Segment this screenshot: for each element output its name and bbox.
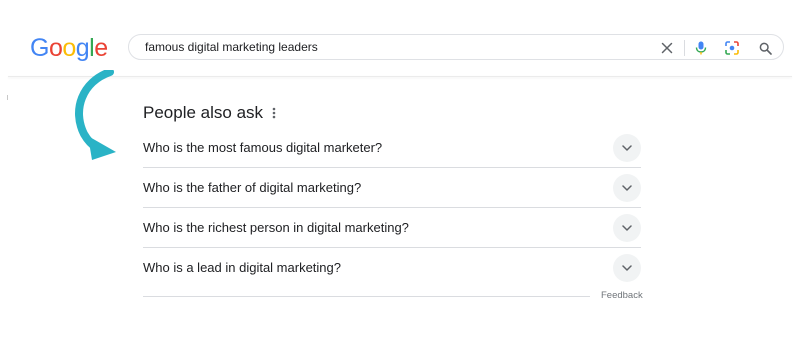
paa-question-item[interactable]: Who is the father of digital marketing? — [143, 168, 641, 208]
chevron-down-icon[interactable] — [613, 254, 641, 282]
footer-divider — [143, 296, 590, 297]
more-vertical-icon[interactable] — [269, 104, 279, 122]
header-divider — [8, 76, 792, 77]
curved-arrow-icon — [75, 70, 116, 160]
paa-question-item[interactable]: Who is a lead in digital marketing? — [143, 248, 641, 288]
chevron-down-icon[interactable] — [613, 134, 641, 162]
google-logo[interactable]: Google — [30, 33, 108, 63]
paa-question-text: Who is the father of digital marketing? — [143, 180, 362, 195]
paa-question-item[interactable]: Who is the most famous digital marketer? — [143, 128, 641, 168]
search-icon[interactable] — [756, 39, 774, 57]
search-box[interactable]: famous digital marketing leaders — [128, 34, 784, 60]
logo-letter: o — [48, 34, 63, 62]
feedback-link[interactable]: Feedback — [601, 290, 643, 302]
paa-question-text: Who is the most famous digital marketer? — [143, 140, 383, 155]
logo-letter: g — [75, 34, 90, 62]
microphone-icon[interactable] — [692, 39, 710, 57]
logo-letter: e — [94, 34, 108, 62]
people-also-ask-title: People also ask — [143, 103, 264, 122]
paa-question-item[interactable]: Who is the richest person in digital mar… — [143, 208, 641, 248]
paa-question-text: Who is a lead in digital marketing? — [143, 260, 341, 275]
logo-letter: G — [30, 34, 49, 62]
search-divider — [684, 40, 685, 56]
edge-mark — [7, 95, 8, 100]
chevron-down-icon[interactable] — [613, 214, 641, 242]
lens-icon[interactable] — [723, 39, 741, 57]
people-also-ask-list: Who is the most famous digital marketer?… — [143, 128, 641, 288]
search-input[interactable]: famous digital marketing leaders — [145, 35, 318, 59]
paa-question-text: Who is the richest person in digital mar… — [143, 220, 409, 235]
chevron-down-icon[interactable] — [613, 174, 641, 202]
logo-letter: o — [62, 34, 76, 62]
search-results-page: Google famous digital marketing leaders — [0, 0, 800, 350]
close-icon[interactable] — [658, 39, 676, 57]
